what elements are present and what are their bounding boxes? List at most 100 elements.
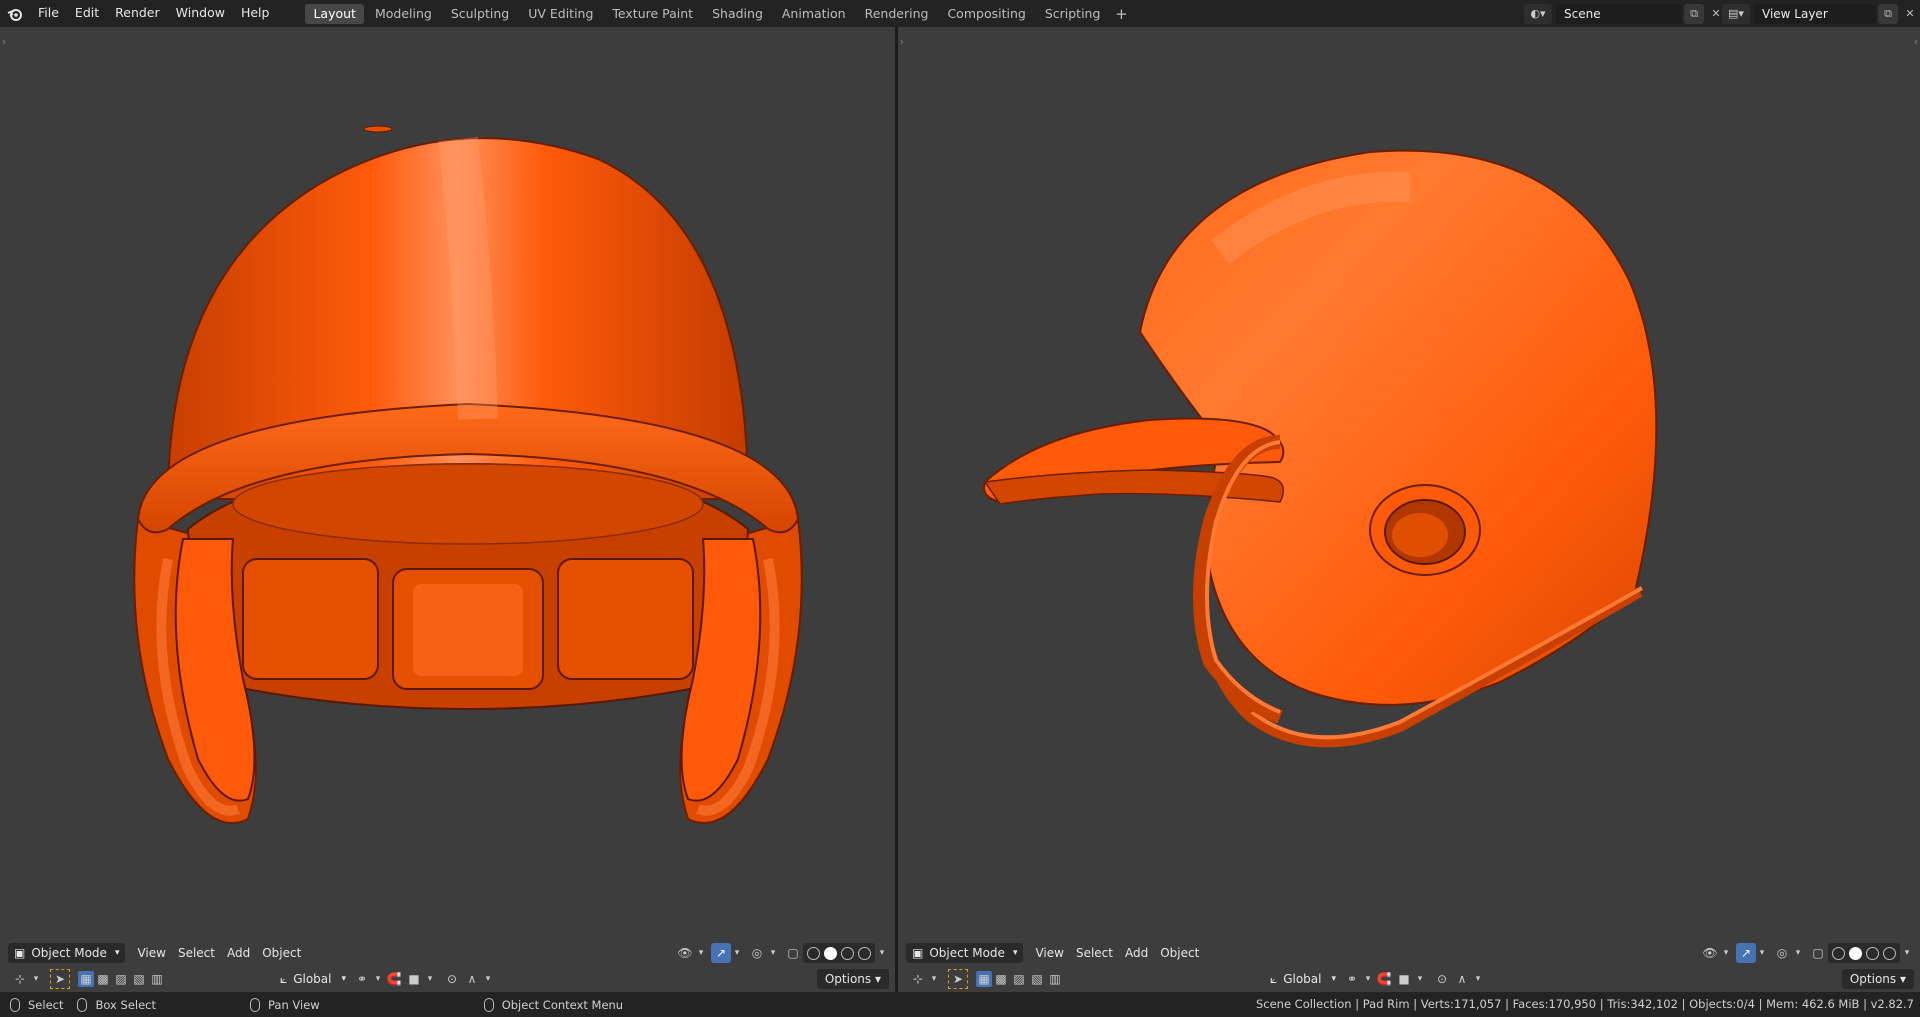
chevron-down-icon[interactable]: ▾: [767, 943, 779, 963]
chevron-down-icon[interactable]: ▾: [1756, 943, 1768, 963]
menu-select[interactable]: Select: [172, 943, 221, 963]
menu-edit[interactable]: Edit: [67, 0, 107, 27]
wireframe-shading-icon[interactable]: [1832, 946, 1845, 960]
menu-add[interactable]: Add: [1119, 943, 1154, 963]
chevron-down-icon[interactable]: ▾: [1900, 943, 1914, 963]
viewport-right[interactable]: › ‹ ▣ Object Mode ▾ View Select Add Obje…: [898, 27, 1920, 992]
transform-orientation-selector[interactable]: ⟀ Global ▾: [1264, 969, 1342, 989]
menu-render[interactable]: Render: [107, 0, 168, 27]
select-mode-invert-icon[interactable]: ▧: [1028, 969, 1046, 989]
menu-view[interactable]: View: [131, 943, 171, 963]
menu-view[interactable]: View: [1029, 943, 1069, 963]
material-shading-icon[interactable]: [841, 946, 854, 960]
snap-target-icon[interactable]: ■: [1394, 969, 1414, 989]
select-mode-subtract-icon[interactable]: ▨: [1010, 969, 1028, 989]
chevron-down-icon[interactable]: ▾: [482, 969, 494, 989]
solid-shading-icon[interactable]: [824, 946, 837, 960]
falloff-icon[interactable]: ∧: [1452, 969, 1472, 989]
chevron-down-icon[interactable]: ▾: [1472, 969, 1484, 989]
menu-object[interactable]: Object: [1154, 943, 1205, 963]
toolbar-expand-icon[interactable]: ›: [2, 37, 6, 48]
select-tool-icon[interactable]: ➤: [50, 969, 70, 989]
tab-rendering[interactable]: Rendering: [857, 4, 937, 24]
tab-texture-paint[interactable]: Texture Paint: [604, 4, 701, 24]
transform-orientation-selector[interactable]: ⟀ Global ▾: [274, 969, 352, 989]
xray-icon[interactable]: ▢: [1808, 943, 1828, 963]
tab-sculpting[interactable]: Sculpting: [443, 4, 517, 24]
tab-layout[interactable]: Layout: [305, 3, 364, 24]
chevron-down-icon[interactable]: ▾: [372, 969, 384, 989]
viewport-left[interactable]: › ▣ Object Mode ▾ View Select Add Object…: [0, 27, 895, 992]
select-mode-new-icon[interactable]: ▦: [976, 971, 992, 987]
chevron-down-icon[interactable]: ▾: [695, 943, 707, 963]
tool-settings-icon[interactable]: ⊹: [908, 969, 928, 989]
tab-uv-editing[interactable]: UV Editing: [520, 4, 601, 24]
tab-compositing[interactable]: Compositing: [939, 4, 1033, 24]
select-mode-intersect-icon[interactable]: ▥: [148, 969, 166, 989]
select-mode-extend-icon[interactable]: ▩: [992, 969, 1010, 989]
new-view-layer-icon[interactable]: ⧉: [1878, 3, 1898, 24]
delete-view-layer-icon[interactable]: ✕: [1900, 4, 1920, 24]
sidebar-expand-icon[interactable]: ‹: [1914, 37, 1918, 48]
xray-icon[interactable]: ▢: [783, 943, 803, 963]
chevron-down-icon[interactable]: ▾: [928, 969, 940, 989]
pivot-point-icon[interactable]: ⚭: [1342, 969, 1362, 989]
menu-file[interactable]: File: [30, 0, 67, 27]
chevron-down-icon[interactable]: ▾: [875, 943, 889, 963]
scene-name-field[interactable]: Scene: [1556, 3, 1682, 24]
scene-browse-icon[interactable]: ◐▾: [1524, 3, 1552, 24]
proportional-edit-icon[interactable]: ⊙: [1432, 969, 1452, 989]
menu-window[interactable]: Window: [168, 0, 233, 27]
pivot-point-icon[interactable]: ⚭: [352, 969, 372, 989]
blender-logo-icon[interactable]: [0, 0, 30, 27]
chevron-down-icon[interactable]: ▾: [1792, 943, 1804, 963]
menu-select[interactable]: Select: [1070, 943, 1119, 963]
select-tool-icon[interactable]: ➤: [948, 969, 968, 989]
proportional-edit-icon[interactable]: ⊙: [442, 969, 462, 989]
tab-scripting[interactable]: Scripting: [1037, 4, 1109, 24]
options-button[interactable]: Options ▾: [816, 969, 889, 989]
rendered-shading-icon[interactable]: [1883, 946, 1896, 960]
view-layer-name-field[interactable]: View Layer: [1754, 3, 1876, 24]
select-mode-new-icon[interactable]: ▦: [78, 971, 94, 987]
visibility-icon[interactable]: 👁: [675, 943, 695, 963]
select-mode-subtract-icon[interactable]: ▨: [112, 969, 130, 989]
rendered-shading-icon[interactable]: [858, 946, 871, 960]
options-button[interactable]: Options ▾: [1841, 969, 1914, 989]
overlays-icon[interactable]: ◎: [747, 943, 767, 963]
snap-icon[interactable]: 🧲: [1374, 969, 1394, 989]
mode-selector[interactable]: ▣ Object Mode ▾: [906, 943, 1024, 963]
chevron-down-icon[interactable]: ▾: [424, 969, 436, 989]
snap-target-icon[interactable]: ■: [404, 969, 424, 989]
snap-icon[interactable]: 🧲: [384, 969, 404, 989]
chevron-down-icon[interactable]: ▾: [731, 943, 743, 963]
gizmo-icon[interactable]: ↗: [711, 943, 731, 963]
view-layer-browse-icon[interactable]: ▤▾: [1722, 3, 1750, 24]
status-box-select-hint: Box Select: [77, 997, 156, 1012]
chevron-down-icon[interactable]: ▾: [1414, 969, 1426, 989]
menu-add[interactable]: Add: [221, 943, 256, 963]
gizmo-icon[interactable]: ↗: [1736, 943, 1756, 963]
tab-modeling[interactable]: Modeling: [367, 4, 440, 24]
menu-help[interactable]: Help: [233, 0, 278, 27]
add-workspace-icon[interactable]: +: [1111, 5, 1131, 23]
select-mode-intersect-icon[interactable]: ▥: [1046, 969, 1064, 989]
chevron-down-icon[interactable]: ▾: [1720, 943, 1732, 963]
chevron-down-icon[interactable]: ▾: [1362, 969, 1374, 989]
visibility-icon[interactable]: 👁: [1700, 943, 1720, 963]
falloff-icon[interactable]: ∧: [462, 969, 482, 989]
overlays-icon[interactable]: ◎: [1772, 943, 1792, 963]
select-mode-invert-icon[interactable]: ▧: [130, 969, 148, 989]
solid-shading-icon[interactable]: [1849, 946, 1862, 960]
wireframe-shading-icon[interactable]: [807, 946, 820, 960]
tab-shading[interactable]: Shading: [704, 4, 771, 24]
tab-animation[interactable]: Animation: [774, 4, 854, 24]
select-mode-extend-icon[interactable]: ▩: [94, 969, 112, 989]
menu-object[interactable]: Object: [256, 943, 307, 963]
chevron-down-icon[interactable]: ▾: [30, 969, 42, 989]
toolbar-expand-icon[interactable]: ›: [900, 37, 904, 48]
new-scene-icon[interactable]: ⧉: [1684, 3, 1704, 24]
material-shading-icon[interactable]: [1866, 946, 1879, 960]
mode-selector[interactable]: ▣ Object Mode ▾: [8, 943, 126, 963]
tool-settings-icon[interactable]: ⊹: [10, 969, 30, 989]
